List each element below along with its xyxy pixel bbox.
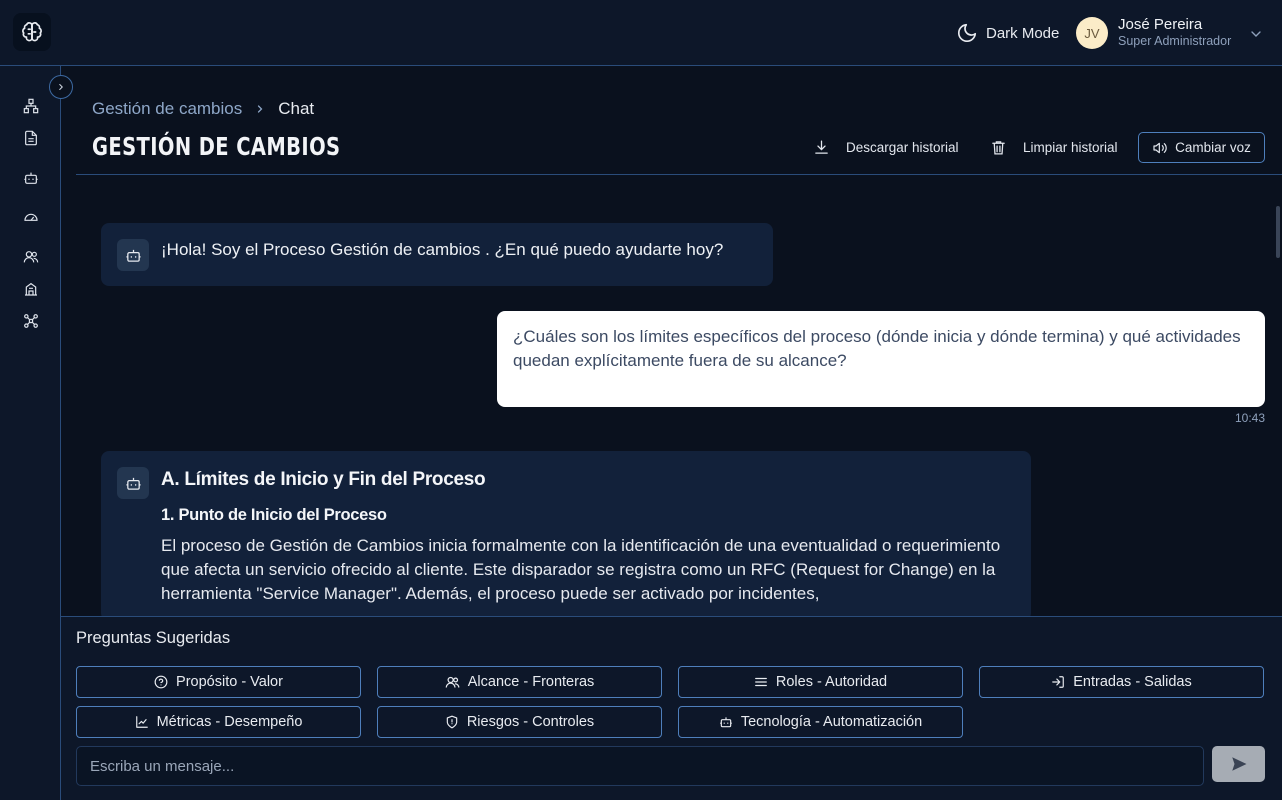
- suggestions-title: Preguntas Sugeridas: [76, 629, 231, 647]
- dark-mode-label: Dark Mode: [986, 24, 1060, 42]
- bot-message-greeting: ¡Hola! Soy el Proceso Gestión de cambios…: [101, 223, 773, 286]
- robot-icon: [117, 467, 149, 499]
- bot-message-text: ¡Hola! Soy el Proceso Gestión de cambios…: [161, 240, 724, 259]
- network-icon[interactable]: [22, 312, 40, 330]
- building-icon[interactable]: [22, 280, 40, 298]
- reply-subheading: 1. Punto de Inicio del Proceso: [161, 506, 387, 524]
- chip-label: Alcance - Fronteras: [467, 674, 595, 690]
- speaker-icon: [1152, 140, 1168, 156]
- send-icon: [1230, 755, 1248, 773]
- suggestion-chip-metricas[interactable]: Métricas - Desempeño: [76, 706, 361, 738]
- chevron-down-icon[interactable]: [1248, 26, 1264, 42]
- user-menu[interactable]: JV José Pereira Super Administrador: [1076, 16, 1231, 50]
- suggestion-chip-alcance[interactable]: Alcance - Fronteras: [377, 666, 662, 698]
- suggestion-chip-riesgos[interactable]: Riesgos - Controles: [377, 706, 662, 738]
- send-button[interactable]: [1212, 746, 1265, 782]
- change-voice-label: Cambiar voz: [1175, 140, 1251, 155]
- change-voice-button[interactable]: Cambiar voz: [1138, 132, 1265, 163]
- chip-label: Roles - Autoridad: [775, 674, 888, 690]
- download-history-label: Descargar historial: [846, 139, 959, 155]
- brain-icon[interactable]: [13, 13, 51, 51]
- suggestion-chip-proposito[interactable]: Propósito - Valor: [76, 666, 361, 698]
- user-message: ¿Cuáles son los límites específicos del …: [497, 311, 1265, 407]
- chat-scrollbar[interactable]: [1276, 206, 1280, 258]
- moon-icon: [956, 22, 978, 44]
- users-icon[interactable]: [22, 248, 40, 266]
- breadcrumb-current: Chat: [278, 99, 315, 118]
- download-icon: [813, 139, 830, 156]
- sidebar: [0, 66, 61, 800]
- header-divider: [76, 174, 1282, 175]
- document-icon[interactable]: [22, 129, 40, 147]
- chip-label: Entradas - Salidas: [1073, 674, 1192, 690]
- suggestion-chip-entradas[interactable]: Entradas - Salidas: [979, 666, 1264, 698]
- breadcrumb-parent-link[interactable]: Gestión de cambios: [92, 99, 242, 119]
- reply-paragraph: El proceso de Gestión de Cambios inicia …: [161, 536, 1001, 603]
- chevron-right-icon: [56, 82, 66, 92]
- suggestion-chip-tecnologia[interactable]: Tecnología - Automatización: [678, 706, 963, 738]
- chevron-right-icon: [254, 103, 266, 115]
- chart-line-icon: [135, 715, 149, 729]
- chip-label: Métricas - Desempeño: [156, 714, 303, 730]
- login-icon: [1051, 675, 1065, 689]
- avatar: JV: [1076, 17, 1108, 49]
- chip-label: Riesgos - Controles: [466, 714, 595, 730]
- clear-history-label: Limpiar historial: [1023, 139, 1118, 155]
- trash-icon: [990, 139, 1007, 156]
- suggestion-chip-roles[interactable]: Roles - Autoridad: [678, 666, 963, 698]
- gauge-icon[interactable]: [22, 208, 40, 226]
- bot-message-reply: A. Límites de Inicio y Fin del Proceso 1…: [101, 451, 1031, 621]
- reply-heading: A. Límites de Inicio y Fin del Proceso: [161, 469, 486, 490]
- shield-icon: [445, 715, 459, 729]
- robot-icon: [719, 715, 733, 729]
- robot-icon: [117, 239, 149, 271]
- help-circle-icon: [154, 675, 168, 689]
- sitemap-icon[interactable]: [22, 97, 40, 115]
- dark-mode-toggle[interactable]: Dark Mode: [956, 22, 1059, 44]
- top-bar: Dark Mode JV José Pereira Super Administ…: [0, 0, 1282, 66]
- chip-label: Propósito - Valor: [176, 674, 283, 690]
- download-history-button[interactable]: Descargar historial: [813, 136, 959, 158]
- breadcrumb: Gestión de cambios Chat: [92, 99, 314, 119]
- page-title: GESTIÓN DE CAMBIOS: [92, 132, 341, 161]
- message-input[interactable]: Escriba un mensaje...: [76, 746, 1204, 786]
- list-icon: [754, 675, 768, 689]
- robot-icon[interactable]: [22, 169, 40, 187]
- suggested-questions-panel: Preguntas Sugeridas Propósito - Valor Al…: [61, 616, 1282, 800]
- message-timestamp: 10:43: [1235, 411, 1266, 425]
- users-icon: [445, 675, 460, 690]
- user-name: José Pereira: [1118, 16, 1203, 33]
- clear-history-button[interactable]: Limpiar historial: [990, 136, 1118, 158]
- user-role: Super Administrador: [1118, 34, 1232, 48]
- chip-label: Tecnología - Automatización: [740, 714, 923, 730]
- sidebar-toggle-button[interactable]: [49, 75, 73, 99]
